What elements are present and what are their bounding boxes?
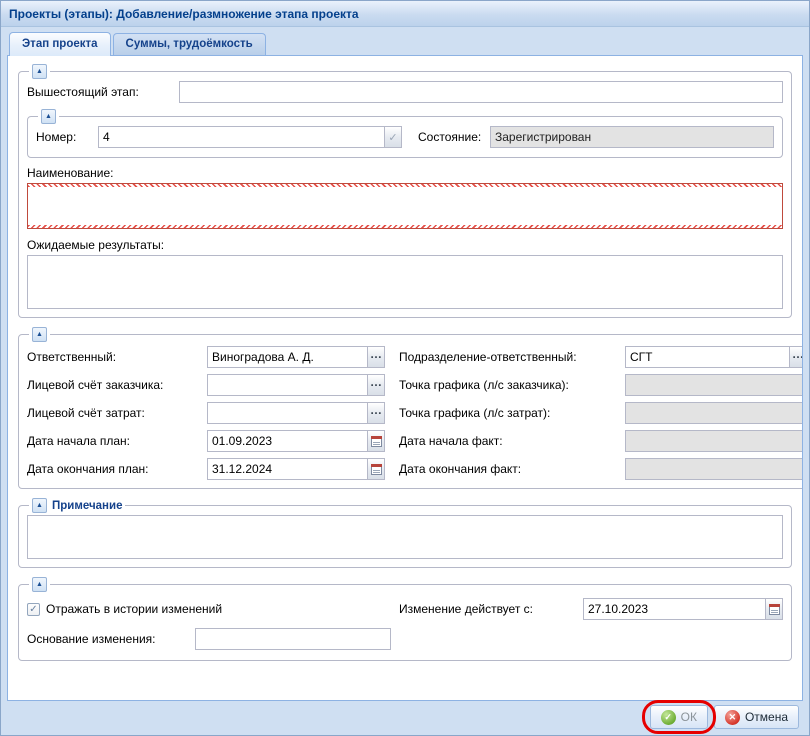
calendar-icon [371,436,382,447]
cost-account-browse-trigger[interactable]: … [367,402,385,424]
change-effective-date-label: Изменение действует с: [399,602,583,616]
tab-sums[interactable]: Суммы, трудоёмкость [113,33,266,55]
parent-stage-row: Вышестоящий этап: [27,81,783,103]
check-icon: ✓ [388,131,397,144]
history-checkbox[interactable]: ✓ [27,603,40,616]
expected-results-label: Ожидаемые результаты: [27,238,164,252]
responsible-department-input[interactable] [625,346,790,368]
number-label: Номер: [36,130,98,144]
form-panel: ▲ Вышестоящий этап: ▲ Номер: ✓ [7,55,803,701]
cost-schedule-point-label: Точка графика (л/с затрат): [399,406,625,420]
number-state-row: Номер: ✓ Состояние: [36,126,774,148]
responsible-browse-trigger[interactable]: … [367,346,385,368]
ellipsis-icon: … [792,351,803,363]
customer-account-label: Лицевой счёт заказчика: [27,378,207,392]
cancel-x-icon: ✕ [725,710,740,725]
history-row: ✓ Отражать в истории изменений Изменение… [27,598,783,620]
start-date-plan-label: Дата начала план: [27,434,207,448]
parent-stage-label: Вышестоящий этап: [27,85,179,99]
responsible-label: Ответственный: [27,350,207,364]
fieldset-details: ▲ Ответственный: … Подразделение-ответст… [18,327,803,489]
customer-schedule-point-readonly-field [625,374,803,396]
responsible-department-label: Подразделение-ответственный: [399,350,625,364]
change-effective-date-input[interactable] [583,598,766,620]
calendar-icon [371,464,382,475]
customer-schedule-point-label: Точка графика (л/с заказчика): [399,378,625,392]
window-titlebar: Проекты (этапы): Добавление/размножение … [1,1,809,27]
dialog-window: Проекты (этапы): Добавление/размножение … [0,0,810,736]
ellipsis-icon: … [370,407,382,419]
parent-stage-input[interactable] [179,81,783,103]
start-date-plan-input[interactable] [207,430,368,452]
responsible-department-browse-trigger[interactable]: … [789,346,803,368]
ellipsis-icon: … [370,379,382,391]
end-date-plan-label: Дата окончания план: [27,462,207,476]
name-label: Наименование: [27,166,114,180]
start-date-plan-calendar-trigger[interactable] [367,430,385,452]
end-date-plan-calendar-trigger[interactable] [367,458,385,480]
end-date-plan-field [207,458,385,480]
state-readonly-field [490,126,774,148]
fieldset-change-history: ▲ ✓ Отражать в истории изменений Изменен… [18,577,792,661]
customer-account-browse-trigger[interactable]: … [367,374,385,396]
collapse-up-icon[interactable]: ▲ [41,109,56,124]
change-effective-date-field [583,598,783,620]
history-checkbox-label: Отражать в истории изменений [46,602,222,616]
responsible-field: … [207,346,385,368]
tab-stage[interactable]: Этап проекта [9,32,111,56]
end-date-fact-label: Дата окончания факт: [399,462,625,476]
expected-results-textarea[interactable] [27,255,783,309]
note-textarea[interactable] [27,515,783,559]
start-date-fact-label: Дата начала факт: [399,434,625,448]
collapse-up-icon[interactable]: ▲ [32,577,47,592]
cost-schedule-point-readonly-field [625,402,803,424]
tab-strip: Этап проекта Суммы, трудоёмкость [1,27,809,55]
fieldset-note: ▲ Примечание [18,498,792,568]
ok-button[interactable]: ✓ ОК [650,705,708,729]
change-reason-row: Основание изменения: [27,628,783,650]
collapse-up-icon[interactable]: ▲ [32,498,47,513]
cost-account-input[interactable] [207,402,368,424]
fieldset-number-state: ▲ Номер: ✓ Состояние: [27,109,783,158]
start-date-fact-readonly-field [625,430,803,452]
end-date-plan-input[interactable] [207,458,368,480]
start-date-plan-field [207,430,385,452]
change-reason-input[interactable] [195,628,391,650]
ellipsis-icon: … [370,351,382,363]
collapse-up-icon[interactable]: ▲ [32,327,47,342]
cancel-button-label: Отмена [745,710,788,724]
note-legend-title: Примечание [52,500,122,512]
calendar-icon [769,604,780,615]
cost-account-field: … [207,402,385,424]
change-effective-date-calendar-trigger[interactable] [765,598,783,620]
name-textarea[interactable] [27,183,783,229]
ok-button-label: ОК [681,710,697,724]
footer-toolbar: ✓ ОК ✕ Отмена [1,701,809,735]
window-title: Проекты (этапы): Добавление/размножение … [9,7,359,21]
customer-account-input[interactable] [207,374,368,396]
change-reason-label: Основание изменения: [27,632,195,646]
cost-account-label: Лицевой счёт затрат: [27,406,207,420]
state-label: Состояние: [418,130,490,144]
customer-account-field: … [207,374,385,396]
cancel-button[interactable]: ✕ Отмена [714,705,799,729]
fieldset-stage-info: ▲ Вышестоящий этап: ▲ Номер: ✓ [18,64,792,318]
number-input[interactable] [98,126,385,148]
number-field: ✓ [98,126,402,148]
ok-check-icon: ✓ [661,710,676,725]
collapse-up-icon[interactable]: ▲ [32,64,47,79]
details-grid: Ответственный: … Подразделение-ответстве… [27,346,803,480]
number-check-trigger[interactable]: ✓ [384,126,402,148]
responsible-input[interactable] [207,346,368,368]
responsible-department-field: … [625,346,803,368]
end-date-fact-readonly-field [625,458,803,480]
